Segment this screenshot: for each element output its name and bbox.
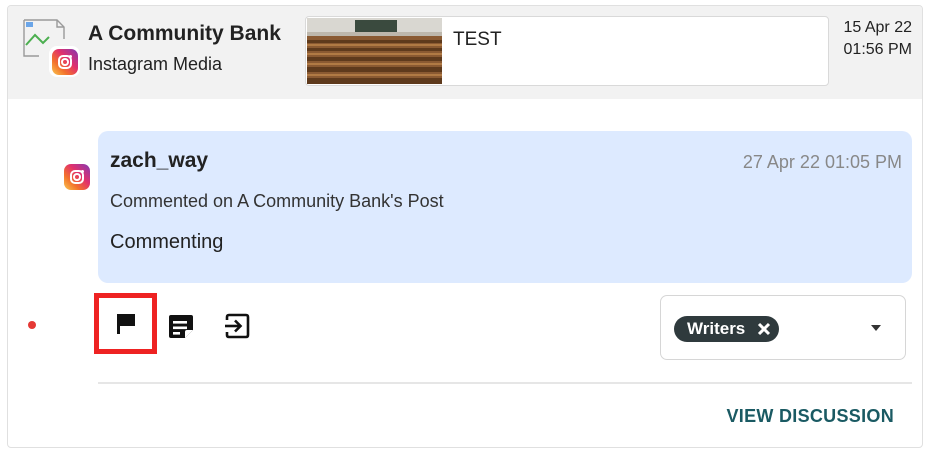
divider bbox=[98, 382, 912, 384]
comment-context: Commented on A Community Bank's Post bbox=[110, 191, 444, 211]
conversation-card: A Community Bank Instagram Media TEST 15… bbox=[7, 5, 923, 448]
commenter-instagram-icon bbox=[61, 161, 92, 192]
chevron-down-icon[interactable] bbox=[871, 325, 881, 331]
post-date: 15 Apr 22 01:56 PM bbox=[844, 17, 913, 61]
tag-selector[interactable]: Writers bbox=[660, 295, 906, 360]
note-icon bbox=[169, 315, 193, 338]
comment-bubble: zach_way 27 Apr 22 01:05 PM Commented on… bbox=[98, 131, 912, 283]
view-discussion-link[interactable]: VIEW DISCUSSION bbox=[726, 406, 894, 427]
comment-text: Commenting bbox=[110, 231, 224, 253]
instagram-icon bbox=[49, 46, 80, 77]
remove-tag-icon[interactable] bbox=[757, 322, 771, 336]
tag-chip-label: Writers bbox=[687, 319, 746, 338]
post-preview[interactable]: TEST bbox=[305, 16, 829, 86]
tag-chip: Writers bbox=[674, 316, 780, 342]
unread-indicator bbox=[28, 321, 36, 329]
post-thumbnail bbox=[307, 18, 442, 84]
comment-timestamp: 27 Apr 22 01:05 PM bbox=[742, 152, 902, 172]
post-header: A Community Bank Instagram Media TEST 15… bbox=[8, 6, 922, 99]
account-name: A Community Bank bbox=[88, 22, 281, 45]
exit-button[interactable] bbox=[222, 311, 252, 341]
post-text: TEST bbox=[453, 29, 502, 50]
post-date-time: 01:56 PM bbox=[843, 41, 912, 58]
exit-icon bbox=[225, 313, 250, 339]
post-date-day: 15 Apr 22 bbox=[843, 19, 913, 36]
comment-username[interactable]: zach_way bbox=[110, 149, 208, 173]
note-button[interactable] bbox=[166, 311, 196, 341]
flag-icon bbox=[116, 313, 135, 334]
flag-button[interactable] bbox=[94, 293, 157, 354]
account-type: Instagram Media bbox=[88, 54, 223, 74]
